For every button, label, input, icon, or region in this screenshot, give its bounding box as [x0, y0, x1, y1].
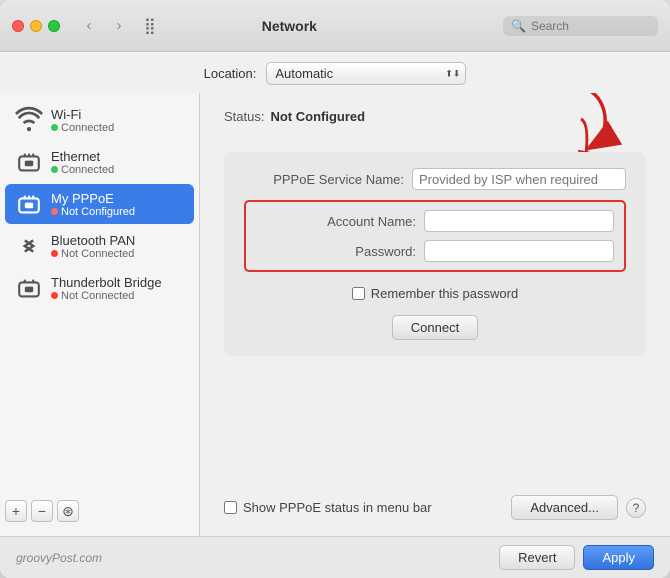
location-select[interactable]: Automatic Edit Locations... [266, 62, 466, 85]
ethernet-name: Ethernet [51, 149, 114, 164]
wifi-name: Wi-Fi [51, 107, 114, 122]
sidebar-item-bluetooth-pan[interactable]: Bluetooth PAN Not Connected [5, 226, 194, 266]
window-title: Network [84, 18, 495, 34]
connect-button[interactable]: Connect [392, 315, 478, 340]
show-status-label: Show PPPoE status in menu bar [243, 500, 432, 515]
password-label: Password: [256, 244, 416, 259]
password-input[interactable] [424, 240, 614, 262]
sidebar-item-wifi[interactable]: Wi-Fi Connected [5, 100, 194, 140]
network-preferences-window: ‹ › ⣿ Network 🔍 Location: Automatic Edit… [0, 0, 670, 578]
footer-bar: groovyPost.com Revert Apply [0, 536, 670, 578]
wifi-item-text: Wi-Fi Connected [51, 107, 114, 134]
revert-button[interactable]: Revert [499, 545, 575, 570]
remember-label: Remember this password [371, 286, 518, 301]
ethernet-status: Connected [51, 164, 114, 176]
credentials-highlight-box: Account Name: Password: [244, 200, 626, 272]
titlebar: ‹ › ⣿ Network 🔍 [0, 0, 670, 52]
status-value: Not Configured [270, 109, 365, 124]
thunderbolt-status-dot [51, 292, 58, 299]
footer-brand: groovyPost.com [16, 551, 102, 565]
sidebar-item-pppoe[interactable]: My PPPoE Not Configured [5, 184, 194, 224]
thunderbolt-name: Thunderbolt Bridge [51, 275, 162, 290]
ethernet-status-dot [51, 166, 58, 173]
add-network-button[interactable]: + [5, 500, 27, 522]
thunderbolt-item-text: Thunderbolt Bridge Not Connected [51, 275, 162, 302]
pppoe-service-input[interactable] [412, 168, 626, 190]
form-area: PPPoE Service Name: Account Name: Passwo… [224, 152, 646, 356]
bluetooth-icon [15, 232, 43, 260]
status-label: Status: [224, 109, 264, 124]
pppoe-status-dot [51, 208, 58, 215]
form-area-wrapper: PPPoE Service Name: Account Name: Passwo… [224, 152, 646, 356]
remember-checkbox[interactable] [352, 287, 365, 300]
sidebar-item-ethernet[interactable]: Ethernet Connected [5, 142, 194, 182]
password-row: Password: [256, 240, 614, 262]
advanced-button[interactable]: Advanced... [511, 495, 618, 520]
sidebar: Wi-Fi Connected Ethernet [0, 93, 200, 536]
bottom-right: Advanced... ? [511, 495, 646, 520]
wifi-status: Connected [51, 122, 114, 134]
pppoe-icon [15, 190, 43, 218]
apply-button[interactable]: Apply [583, 545, 654, 570]
ethernet-icon [15, 148, 43, 176]
settings-network-button[interactable]: ⊛ [57, 500, 79, 522]
minimize-button[interactable] [30, 20, 42, 32]
maximize-button[interactable] [48, 20, 60, 32]
show-status-checkbox[interactable] [224, 501, 237, 514]
ethernet-item-text: Ethernet Connected [51, 149, 114, 176]
pppoe-service-label: PPPoE Service Name: [244, 172, 404, 187]
location-select-wrapper: Automatic Edit Locations... [266, 62, 466, 85]
help-button[interactable]: ? [626, 498, 646, 518]
connect-btn-area: Connect [244, 315, 626, 340]
sidebar-item-thunderbolt[interactable]: Thunderbolt Bridge Not Connected [5, 268, 194, 308]
bluetooth-status: Not Connected [51, 248, 135, 260]
bluetooth-status-dot [51, 250, 58, 257]
remember-checkbox-row: Remember this password [244, 286, 626, 301]
bottom-bar: Show PPPoE status in menu bar Advanced..… [224, 483, 646, 520]
account-row: Account Name: [256, 210, 614, 232]
remove-network-button[interactable]: − [31, 500, 53, 522]
pppoe-status: Not Configured [51, 206, 135, 218]
pppoe-service-row: PPPoE Service Name: [244, 168, 626, 190]
red-arrow-svg [516, 93, 636, 157]
main-content: Wi-Fi Connected Ethernet [0, 93, 670, 536]
bluetooth-item-text: Bluetooth PAN Not Connected [51, 233, 135, 260]
thunderbolt-status: Not Connected [51, 290, 162, 302]
sidebar-bottom: + − ⊛ [0, 492, 199, 530]
bluetooth-name: Bluetooth PAN [51, 233, 135, 248]
location-bar: Location: Automatic Edit Locations... [0, 52, 670, 93]
account-input[interactable] [424, 210, 614, 232]
bottom-left: Show PPPoE status in menu bar [224, 500, 432, 515]
status-row: Status: Not Configured [224, 109, 646, 124]
account-label: Account Name: [256, 214, 416, 229]
search-icon: 🔍 [511, 19, 526, 33]
location-label: Location: [204, 66, 257, 81]
thunderbolt-icon [15, 274, 43, 302]
pppoe-name: My PPPoE [51, 191, 135, 206]
wifi-status-dot [51, 124, 58, 131]
footer-actions: Revert Apply [499, 545, 654, 570]
detail-panel: Status: Not Configured [200, 93, 670, 536]
traffic-lights [12, 20, 60, 32]
search-box[interactable]: 🔍 [503, 16, 658, 36]
wifi-icon [15, 106, 43, 134]
close-button[interactable] [12, 20, 24, 32]
search-input[interactable] [531, 19, 650, 33]
pppoe-item-text: My PPPoE Not Configured [51, 191, 135, 218]
